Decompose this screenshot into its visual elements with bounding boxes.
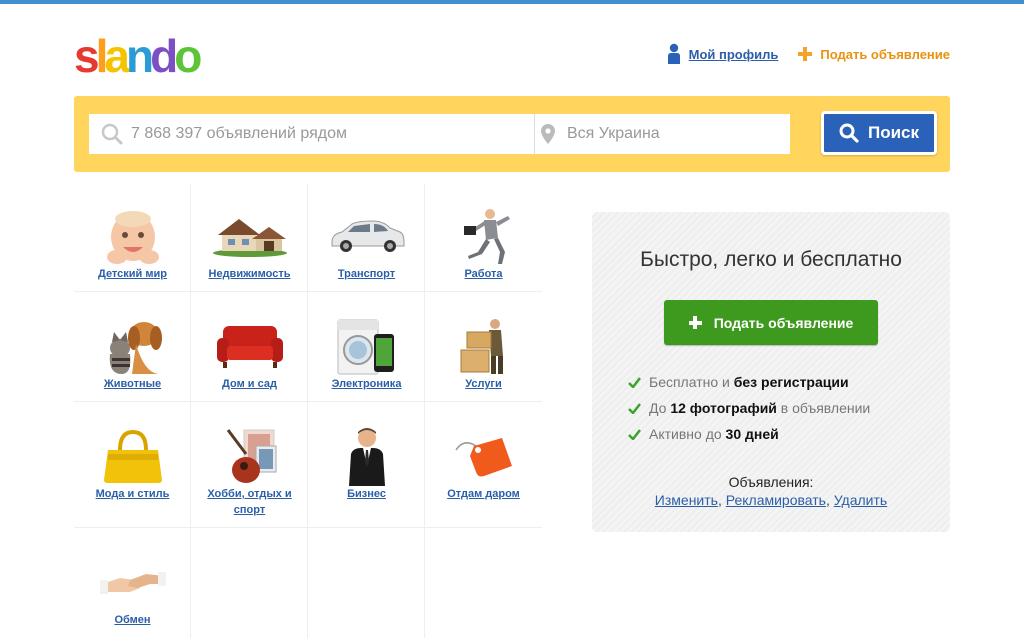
category-transport[interactable]: Транспорт (308, 184, 425, 282)
category-obmen[interactable]: Обмен (74, 530, 191, 628)
category-label: Детский мир (97, 268, 167, 280)
slando-logo[interactable]: slando (74, 30, 202, 82)
edit-ad-link[interactable]: Изменить (655, 492, 718, 508)
category-rabota[interactable]: Работа (425, 184, 542, 282)
category-label: Транспорт (337, 268, 396, 280)
search-bar: Поиск (74, 96, 950, 172)
handbag-icon (103, 429, 162, 483)
category-biznes[interactable]: Бизнес (308, 404, 425, 502)
baby-icon (106, 211, 159, 264)
query-field (89, 114, 535, 154)
feature-item: До 12 фотографий в объявлении (628, 400, 870, 416)
post-ad-link[interactable]: Подать объявление (798, 47, 950, 62)
logo-letter: a (104, 30, 130, 82)
logo-letter: o (174, 30, 202, 82)
category-detskiy-mir[interactable]: Детский мир (74, 184, 191, 282)
logo-letter: s (74, 30, 100, 82)
check-icon (628, 402, 641, 414)
search-box (89, 114, 790, 154)
my-profile-label: Мой профиль (688, 46, 779, 62)
businessman-icon (348, 428, 385, 486)
feature-text: Бесплатно и без регистрации (649, 374, 849, 390)
location-field (535, 114, 790, 154)
car-icon (331, 220, 404, 252)
categories-grid: Детский мир Недвижимость Транспорт Работ… (74, 184, 542, 638)
category-label: Дом и сад (222, 378, 277, 390)
ads-title: Объявления: (728, 474, 814, 490)
category-label: Хобби, отдых и спорт (207, 488, 292, 516)
house-icon (212, 219, 287, 257)
header-links: Мой профиль Подать объявление (667, 43, 950, 65)
grid-divider (74, 401, 542, 402)
plus-icon (688, 316, 702, 329)
delete-ad-link[interactable]: Удалить (834, 492, 887, 508)
promo-title: Быстро, легко и бесплатно (640, 248, 902, 271)
post-ad-button[interactable]: Подать объявление (664, 300, 878, 345)
search-input[interactable] (129, 124, 534, 144)
grid-divider (74, 527, 542, 528)
grid-divider (74, 291, 542, 292)
category-otdam-darom[interactable]: Отдам даром (425, 404, 542, 502)
sofa-icon (216, 326, 283, 368)
search-icon (101, 123, 123, 145)
businessman-running-icon (463, 209, 510, 264)
location-input[interactable] (565, 124, 790, 144)
category-label: Обмен (114, 614, 151, 626)
check-icon (628, 428, 641, 440)
mover-boxes-icon (460, 319, 503, 374)
feature-text: До 12 фотографий в объявлении (649, 400, 871, 416)
guitar-icon (226, 429, 276, 483)
category-zhivotnye[interactable]: Животные (74, 294, 191, 392)
my-profile-link[interactable]: Мой профиль (667, 43, 779, 65)
user-icon (667, 43, 680, 64)
feature-text: Активно до 30 дней (649, 426, 779, 442)
check-icon (628, 376, 641, 388)
category-elektronika[interactable]: Электроника (308, 294, 425, 392)
plus-icon (798, 47, 813, 61)
category-label: Животные (103, 378, 162, 390)
category-hobbi[interactable]: Хобби, отдых и спорт (191, 404, 308, 518)
category-label: Услуги (465, 378, 502, 390)
logo-letter: l (95, 30, 109, 82)
search-icon (839, 123, 859, 143)
location-pin-icon (541, 124, 555, 144)
category-nedvizhimost[interactable]: Недвижимость (191, 184, 308, 282)
category-label: Мода и стиль (95, 488, 170, 500)
price-tag-icon (454, 438, 512, 477)
promote-ad-link[interactable]: Рекламировать (726, 492, 826, 508)
search-button[interactable]: Поиск (821, 111, 937, 155)
cat-dog-icon (109, 322, 162, 374)
post-ad-label: Подать объявление (820, 46, 950, 62)
category-uslugi[interactable]: Услуги (425, 294, 542, 392)
search-button-label: Поиск (867, 123, 920, 142)
category-moda-i-stil[interactable]: Мода и стиль (74, 404, 191, 502)
category-label: Электроника (331, 378, 402, 390)
washer-phone-icon (337, 319, 394, 375)
logo-letter: n (125, 30, 154, 82)
category-label: Бизнес (347, 488, 386, 500)
ads-links: Изменить, Рекламировать, Удалить (654, 492, 888, 508)
handshake-icon (99, 572, 166, 594)
category-dom-i-sad[interactable]: Дом и сад (191, 294, 308, 392)
category-label: Недвижимость (208, 268, 291, 280)
post-ad-button-label: Подать объявление (713, 314, 854, 331)
feature-item: Бесплатно и без регистрации (628, 374, 849, 390)
promo-panel: Быстро, легко и бесплатно Подать объявле… (592, 212, 950, 532)
category-label: Отдам даром (447, 488, 520, 500)
feature-item: Активно до 30 дней (628, 426, 779, 442)
logo-letter: d (150, 30, 178, 82)
top-accent-bar (0, 0, 1024, 4)
category-label: Работа (464, 268, 503, 280)
